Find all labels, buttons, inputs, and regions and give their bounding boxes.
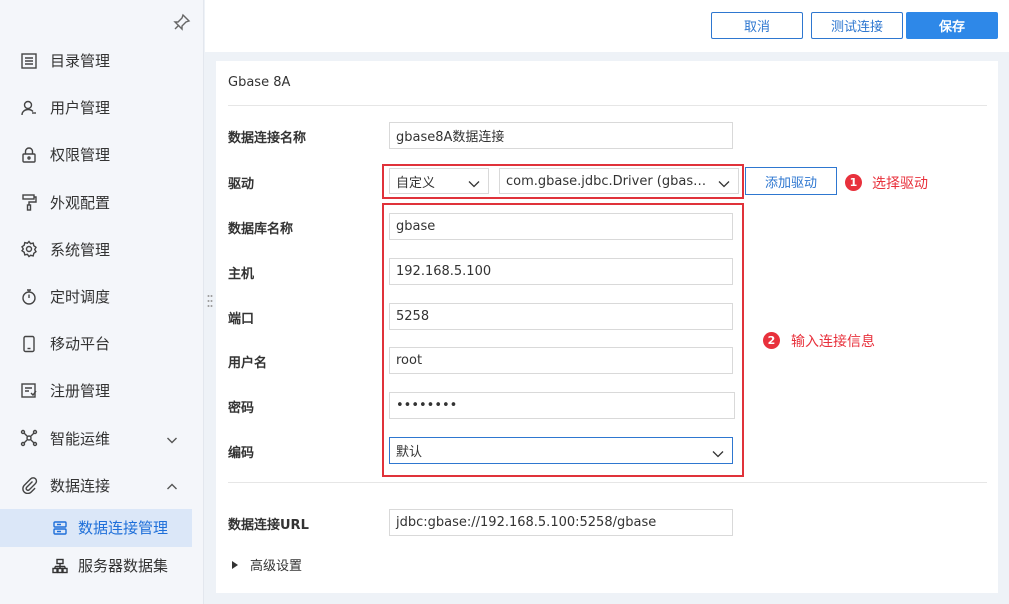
cancel-button[interactable]: 取消 [711, 12, 803, 39]
database-icon [52, 520, 68, 536]
host-label: 主机 [228, 267, 255, 282]
sidebar-item-catalog[interactable]: 目录管理 [0, 37, 204, 84]
gear-icon [20, 240, 38, 258]
encoding-select[interactable]: 默认 [389, 437, 733, 464]
advanced-settings-label: 高级设置 [250, 559, 303, 574]
step2-badge: 2 [763, 332, 780, 349]
sidebar-item-ops[interactable]: 智能运维 [0, 415, 204, 462]
username-label: 用户名 [228, 356, 268, 371]
list-icon [20, 52, 38, 70]
sidebar-subitem-connection-management[interactable]: 数据连接管理 [0, 508, 192, 547]
step2-annotation: 输入连接信息 [791, 334, 875, 350]
sidebar-item-users[interactable]: 用户管理 [0, 84, 204, 131]
connection-name-label: 数据连接名称 [228, 131, 307, 146]
chevron-up-icon[interactable] [166, 479, 178, 491]
connection-info-highlight-box [382, 203, 744, 477]
chevron-down-icon[interactable] [166, 432, 178, 444]
pin-icon[interactable] [172, 12, 192, 32]
driver-class-value: com.gbase.jdbc.Driver (gbas… [506, 173, 707, 189]
connection-form-panel: Gbase 8A 数据连接名称 gbase8A数据连接 驱动 自定义 com.g… [216, 61, 998, 593]
host-input[interactable]: 192.168.5.100 [389, 258, 733, 285]
sidebar-item-label: 系统管理 [50, 240, 111, 259]
sidebar-item-label: 注册管理 [50, 382, 111, 401]
port-label: 端口 [228, 312, 255, 327]
step1-annotation: 选择驱动 [872, 176, 928, 192]
connection-name-input[interactable]: gbase8A数据连接 [389, 122, 733, 149]
server-icon [52, 558, 68, 574]
sidebar-item-label: 数据连接 [50, 476, 111, 495]
encoding-value: 默认 [396, 445, 423, 460]
sidebar-item-label: 目录管理 [50, 52, 111, 71]
database-name-label: 数据库名称 [228, 222, 294, 237]
save-button[interactable]: 保存 [906, 12, 998, 39]
form-title: Gbase 8A [228, 75, 291, 90]
password-input[interactable]: •••••••• [389, 392, 735, 419]
add-driver-button[interactable]: 添加驱动 [745, 167, 837, 195]
password-label: 密码 [228, 401, 255, 416]
driver-type-select[interactable]: 自定义 [389, 168, 489, 194]
chevron-down-icon [712, 447, 724, 457]
sidebar-item-label: 用户管理 [50, 99, 111, 118]
mobile-icon [20, 335, 38, 353]
sidebar-item-scheduler[interactable]: 定时调度 [0, 273, 204, 320]
caret-right-icon [232, 560, 238, 569]
sidebar-item-data-connection[interactable]: 数据连接 [0, 462, 204, 509]
sidebar-menu: 目录管理 用户管理 权限管理 外观配置 系统管理 定时调度 移动平台 注册管理 … [0, 37, 204, 585]
network-icon [20, 429, 38, 447]
sidebar-item-label: 外观配置 [50, 193, 111, 212]
sidebar-item-appearance[interactable]: 外观配置 [0, 179, 204, 226]
test-connection-button[interactable]: 测试连接 [811, 12, 903, 39]
sidebar: 目录管理 用户管理 权限管理 外观配置 系统管理 定时调度 移动平台 注册管理 … [0, 0, 204, 604]
sidebar-subitem-label: 服务器数据集 [78, 557, 169, 576]
top-toolbar: 取消 测试连接 保存 [205, 0, 1009, 52]
sidebar-item-registration[interactable]: 注册管理 [0, 367, 204, 414]
sidebar-item-label: 定时调度 [50, 288, 111, 307]
lock-icon [20, 146, 38, 164]
sidebar-item-label: 权限管理 [50, 146, 111, 165]
link-icon [20, 476, 38, 495]
sidebar-subitem-label: 数据连接管理 [78, 519, 169, 538]
driver-label: 驱动 [228, 177, 255, 192]
paint-roller-icon [20, 193, 38, 211]
divider [228, 105, 987, 106]
resize-handle-icon[interactable] [207, 294, 213, 308]
encoding-label: 编码 [228, 446, 255, 461]
sidebar-item-label: 移动平台 [50, 335, 111, 354]
sidebar-item-permissions[interactable]: 权限管理 [0, 131, 204, 178]
chevron-down-icon [718, 177, 730, 188]
driver-type-value: 自定义 [396, 175, 436, 191]
user-icon [20, 99, 38, 117]
stopwatch-icon [20, 288, 38, 306]
sidebar-item-system[interactable]: 系统管理 [0, 226, 204, 273]
chevron-down-icon [468, 177, 480, 188]
port-input[interactable]: 5258 [389, 303, 733, 330]
url-label: 数据连接URL [228, 518, 309, 533]
url-input[interactable]: jdbc:gbase://192.168.5.100:5258/gbase [389, 509, 733, 536]
divider [228, 482, 987, 483]
sidebar-item-label: 智能运维 [50, 429, 111, 448]
sidebar-subitem-server-dataset[interactable]: 服务器数据集 [0, 547, 204, 585]
driver-class-select[interactable]: com.gbase.jdbc.Driver (gbas… [499, 168, 739, 194]
sidebar-item-mobile[interactable]: 移动平台 [0, 320, 204, 367]
register-icon [20, 382, 38, 400]
step1-badge: 1 [845, 174, 862, 191]
advanced-settings-toggle[interactable]: 高级设置 [232, 555, 302, 574]
username-input[interactable]: root [389, 347, 733, 374]
database-name-input[interactable]: gbase [389, 213, 733, 240]
